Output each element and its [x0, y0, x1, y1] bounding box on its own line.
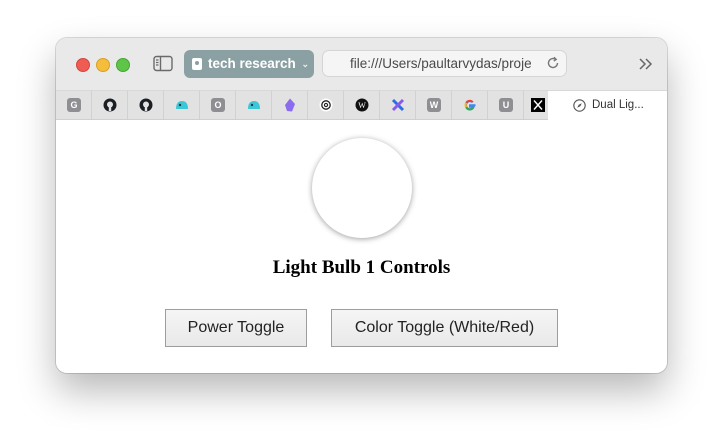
- g-letter-icon: G: [67, 98, 81, 112]
- reload-icon[interactable]: [544, 54, 562, 72]
- power-toggle-button[interactable]: Power Toggle: [165, 309, 307, 347]
- favorite-item[interactable]: [92, 91, 128, 119]
- tab-group-button[interactable]: tech research ⌄: [184, 50, 314, 78]
- more-chevrons-icon[interactable]: [638, 56, 654, 72]
- page-content: Light Bulb 1 Controls Power Toggle Color…: [56, 120, 667, 373]
- favorite-item[interactable]: [272, 91, 308, 119]
- github-icon: [139, 98, 153, 112]
- compass-icon: [573, 99, 586, 112]
- favorite-item[interactable]: [452, 91, 488, 119]
- x-logo-icon: [531, 98, 545, 112]
- chevron-down-icon: ⌄: [301, 59, 309, 69]
- light-bulb: [312, 138, 412, 238]
- google-icon: [464, 99, 476, 111]
- cyan-blob-icon: [248, 101, 260, 109]
- browser-window: tech research ⌄ file:///Users/paultarvyd…: [56, 38, 667, 373]
- wikipedia-icon: W: [355, 98, 369, 112]
- github-icon: [103, 98, 117, 112]
- favorite-item[interactable]: W: [416, 91, 452, 119]
- tab-group-icon: [192, 58, 202, 70]
- favorite-item[interactable]: [308, 91, 344, 119]
- address-url: file:///Users/paultarvydas/proje: [350, 56, 532, 71]
- close-window-button[interactable]: [76, 58, 90, 72]
- favorite-item[interactable]: O: [200, 91, 236, 119]
- favorite-item[interactable]: [524, 91, 548, 119]
- favorite-item[interactable]: [164, 91, 200, 119]
- favorite-item[interactable]: [236, 91, 272, 119]
- o-letter-icon: O: [211, 98, 225, 112]
- minimize-window-button[interactable]: [96, 58, 110, 72]
- favorite-item[interactable]: W: [344, 91, 380, 119]
- sidebar-icon[interactable]: [153, 55, 173, 72]
- zoom-window-button[interactable]: [116, 58, 130, 72]
- title-bar: tech research ⌄ file:///Users/paultarvyd…: [56, 38, 667, 91]
- u-letter-icon: U: [499, 98, 513, 112]
- blue-x-icon: [391, 98, 405, 112]
- color-toggle-button[interactable]: Color Toggle (White/Red): [331, 309, 558, 347]
- tab-title: Dual Lig...: [592, 99, 644, 111]
- tab-active[interactable]: Dual Lig...: [548, 91, 667, 120]
- obsidian-icon: [285, 98, 295, 112]
- svg-text:W: W: [358, 101, 366, 110]
- page-heading: Light Bulb 1 Controls: [272, 257, 451, 278]
- cyan-blob-icon: [176, 101, 188, 109]
- address-bar[interactable]: file:///Users/paultarvydas/proje: [322, 50, 567, 77]
- favorite-item[interactable]: [128, 91, 164, 119]
- w-letter-icon: W: [427, 98, 441, 112]
- favorite-item[interactable]: G: [56, 91, 92, 119]
- openai-icon: [319, 98, 333, 112]
- favorite-item[interactable]: [380, 91, 416, 119]
- favorite-item[interactable]: U: [488, 91, 524, 119]
- tab-group-label: tech research: [208, 56, 296, 71]
